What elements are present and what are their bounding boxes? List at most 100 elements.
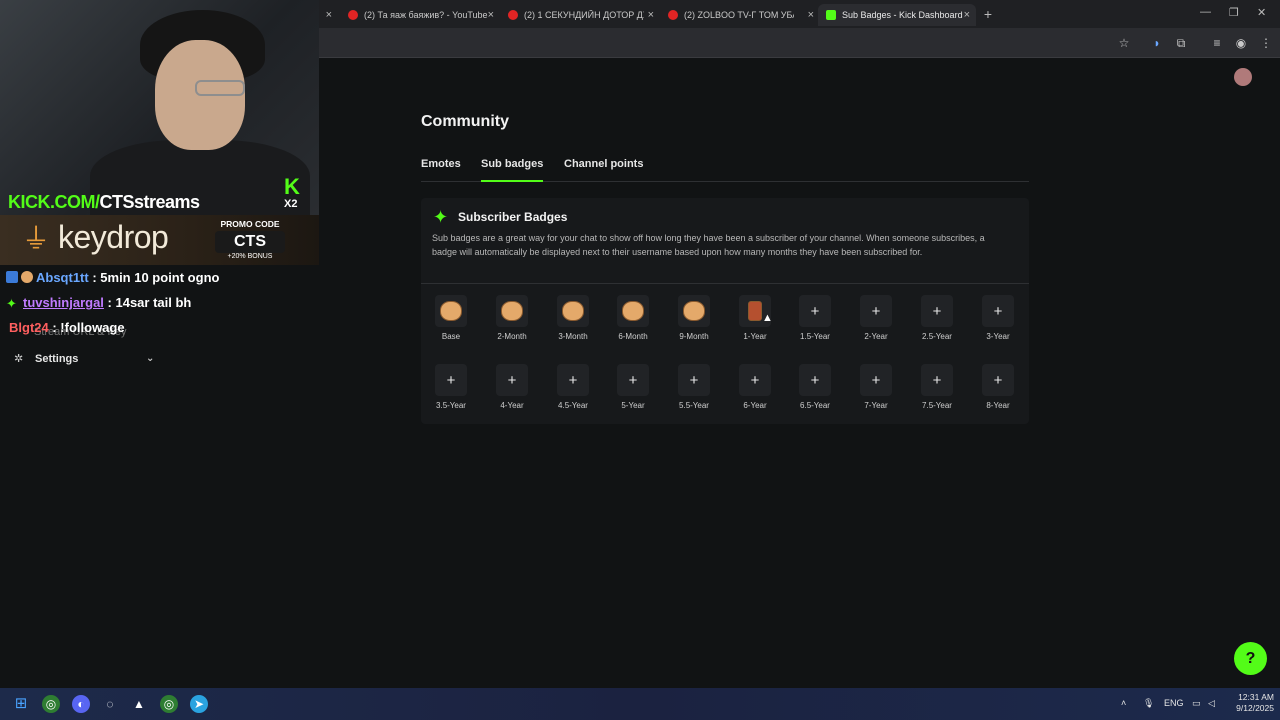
tab-title: Sub Badges - Kick Dashboard (842, 10, 963, 20)
badge-label: 6-Month (618, 332, 648, 341)
add-badge-icon: + (739, 364, 771, 396)
badge-slot-2-year[interactable]: +2-Year (846, 295, 906, 341)
badge-slot-6-month[interactable]: 6-Month (603, 295, 663, 341)
badge-slot-6-year[interactable]: +6-Year (725, 364, 785, 410)
badge-slot-base[interactable]: Base (421, 295, 481, 341)
clock-time: 12:31 AM (1238, 692, 1274, 702)
tab-close-leftover[interactable]: × (318, 4, 338, 26)
badge-slot-3.5-year[interactable]: +3.5-Year (421, 364, 481, 410)
subscriber-badges-card: ✦ Subscriber Badges Sub badges are a gre… (421, 198, 1029, 424)
add-badge-icon: + (678, 364, 710, 396)
chrome-icon[interactable]: ◎ (42, 695, 60, 713)
network-icon[interactable]: ▭ (1192, 698, 1201, 709)
close-icon[interactable]: × (648, 9, 654, 21)
taskbar-clock[interactable]: 12:31 AM 9/12/2025 (1226, 692, 1274, 714)
badge-label: 6.5-Year (800, 401, 830, 410)
promo-banner: ⏚ keydrop PROMO CODE CTS +20% BONUS (0, 215, 319, 265)
badge-slot-2.5-year[interactable]: +2.5-Year (907, 295, 967, 341)
badge-label: 7-Year (864, 401, 888, 410)
tab-sub-badges[interactable]: Sub badges (481, 158, 544, 182)
badge-label: 2.5-Year (922, 332, 952, 341)
sidebar-item-label: Settings (35, 352, 79, 365)
badge-label: 2-Month (497, 332, 527, 341)
tab-kick-dashboard[interactable]: Sub Badges - Kick Dashboard × (818, 4, 976, 26)
badge-slot-7.5-year[interactable]: +7.5-Year (907, 364, 967, 410)
menu-icon[interactable]: ⋮ (1258, 35, 1274, 51)
badge-slot-5-year[interactable]: +5-Year (603, 364, 663, 410)
add-badge-icon: + (982, 364, 1014, 396)
kick-logo-letter: K (284, 174, 300, 199)
badge-label: 8-Year (986, 401, 1010, 410)
badge-label: 3-Year (986, 332, 1010, 341)
badge-slot-5.5-year[interactable]: +5.5-Year (664, 364, 724, 410)
window-close-icon[interactable]: ✕ (1257, 6, 1266, 19)
youtube-icon (348, 10, 358, 20)
badge-label: Base (441, 332, 461, 341)
add-badge-icon: + (921, 364, 953, 396)
badge-image (678, 295, 710, 327)
puzzle-icon[interactable]: ⧉ (1173, 35, 1189, 51)
badge-image (557, 295, 589, 327)
badge-slot-7-year[interactable]: +7-Year (846, 364, 906, 410)
badge-slot-1-year[interactable]: 1-Year (725, 295, 785, 341)
avatar[interactable] (1234, 68, 1252, 86)
badge-image (617, 295, 649, 327)
bookmark-star-icon[interactable]: ☆ (1116, 35, 1132, 51)
media-icon[interactable]: ≡ (1209, 35, 1225, 51)
extension-icon[interactable]: ◗ (1149, 35, 1165, 51)
telegram-icon[interactable]: ➤ (190, 695, 208, 713)
badge-slot-9-month[interactable]: 9-Month (664, 295, 724, 341)
volume-icon[interactable]: ◁ (1208, 698, 1215, 709)
url-channel: CTSstreams (99, 192, 201, 212)
tab-youtube-3[interactable]: (2) ZOLBOO TV-Г ТОМ УБА СН × (660, 4, 820, 26)
badge-slot-6.5-year[interactable]: +6.5-Year (785, 364, 845, 410)
close-icon[interactable]: × (808, 9, 814, 21)
discord-icon[interactable]: ◐ (72, 695, 90, 713)
windows-start-icon[interactable]: ⊞ (12, 695, 30, 713)
close-icon: × (325, 9, 332, 21)
chat-text: : 5min 10 point ogno (92, 270, 220, 285)
card-title: Subscriber Badges (458, 210, 568, 224)
help-chat-button[interactable]: ? (1234, 642, 1267, 675)
tab-youtube-1[interactable]: (2) Та яаж баяжив? - YouTube × (340, 4, 500, 26)
tab-emotes[interactable]: Emotes (421, 158, 461, 182)
badge-slot-1.5-year[interactable]: +1.5-Year (785, 295, 845, 341)
chevron-down-icon: ⌄ (146, 353, 155, 364)
clock-date: 9/12/2025 (1236, 703, 1274, 713)
youtube-icon (508, 10, 518, 20)
badge-label: 1.5-Year (800, 332, 830, 341)
chrome-profile-icon[interactable]: ◎ (160, 695, 178, 713)
microphone-icon[interactable]: 🎙 (1143, 698, 1154, 709)
tab-title: (2) ZOLBOO TV-Г ТОМ УБА СН (684, 10, 794, 20)
obs-icon[interactable]: ◌ (101, 695, 119, 713)
tray-chevron-up-icon[interactable]: ˄ (1121, 698, 1126, 708)
restore-icon[interactable]: ❐ (1229, 6, 1239, 19)
close-icon[interactable]: × (488, 9, 494, 21)
chat-message: ✦ tuvshinjargal : 14sar tail bh (6, 295, 191, 311)
badge-slot-4.5-year[interactable]: +4.5-Year (543, 364, 603, 410)
add-badge-icon: + (799, 295, 831, 327)
close-icon[interactable]: × (964, 9, 970, 21)
sidebar-item-settings[interactable]: ✲ Settings ⌄ (14, 352, 154, 366)
page-title: Community (421, 113, 509, 130)
badge-slot-3-month[interactable]: 3-Month (543, 295, 603, 341)
badge-label: 3-Month (558, 332, 588, 341)
chat-badge-icon (6, 271, 18, 283)
badge-slot-8-year[interactable]: +8-Year (968, 364, 1028, 410)
badge-slot-2-month[interactable]: 2-Month (482, 295, 542, 341)
badge-slot-3-year[interactable]: +3-Year (968, 295, 1028, 341)
new-tab-button[interactable]: + (980, 6, 996, 22)
badge-slot-4-year[interactable]: +4-Year (482, 364, 542, 410)
potato-badge-icon (562, 301, 584, 321)
language-indicator[interactable]: ENG (1164, 698, 1184, 708)
add-badge-icon: + (617, 364, 649, 396)
profile-icon[interactable]: ◉ (1233, 35, 1249, 51)
badge-label: 5.5-Year (679, 401, 709, 410)
minimize-icon[interactable]: — (1200, 6, 1211, 18)
badge-label: 6-Year (743, 401, 767, 410)
steam-icon[interactable]: ▲ (130, 695, 148, 713)
chat-user: Blgt24 (9, 320, 49, 335)
tab-youtube-2[interactable]: (2) 1 СЕКУНДИЙН ДОТОР ДУУ × (500, 4, 660, 26)
tab-channel-points[interactable]: Channel points (564, 158, 643, 182)
potato-badge-icon (622, 301, 644, 321)
